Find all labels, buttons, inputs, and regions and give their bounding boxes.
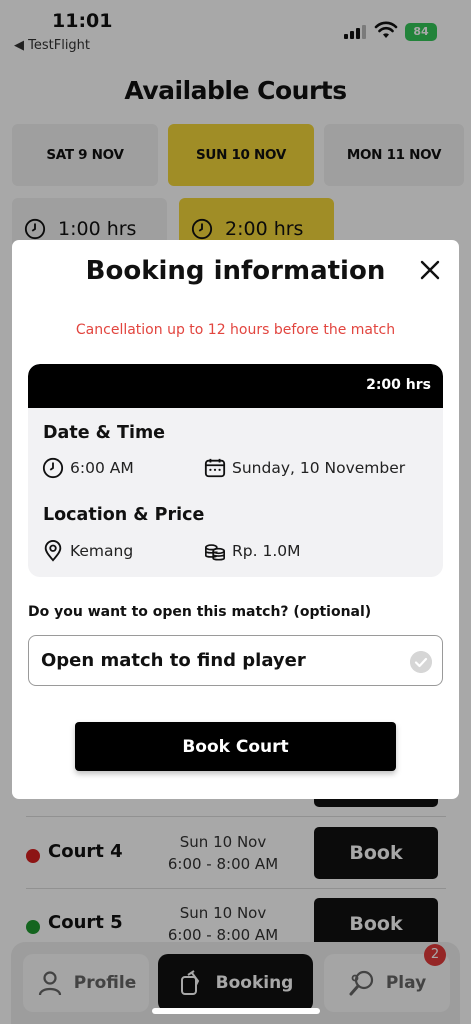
book-court-button[interactable]: Book Court [75,722,396,771]
location-pin-icon [44,540,62,562]
date-time-heading: Date & Time [43,423,166,443]
check-circle-icon[interactable] [410,651,432,673]
card-header: 2:00 hrs [28,364,443,408]
open-match-label: Open match to find player [41,650,306,671]
location-price-heading: Location & Price [43,505,205,525]
booking-price: Rp. 1.0M [204,540,301,562]
time-value: 6:00 AM [70,459,134,477]
date-value: Sunday, 10 November [232,459,406,477]
location-value: Kemang [70,542,134,560]
calendar-icon [204,458,226,478]
price-value: Rp. 1.0M [232,542,301,560]
coins-icon [205,544,225,561]
modal-title: Booking information [85,256,386,286]
booking-summary-card: 2:00 hrs Date & Time 6:00 AM Sunday, 10 … [28,364,443,577]
cancellation-notice: Cancellation up to 12 hours before the m… [75,322,396,338]
clock-icon [42,457,64,479]
booking-duration: 2:00 hrs [366,377,431,393]
booking-date: Sunday, 10 November [204,457,405,479]
open-match-question: Do you want to open this match? (optiona… [28,604,372,620]
booking-information-modal: Booking information Cancellation up to 1… [12,240,459,799]
booking-location: Kemang [42,540,133,562]
open-match-option[interactable]: Open match to find player [28,635,443,686]
home-indicator [152,1008,320,1014]
booking-time: 6:00 AM [42,457,134,479]
close-icon[interactable] [418,258,442,282]
